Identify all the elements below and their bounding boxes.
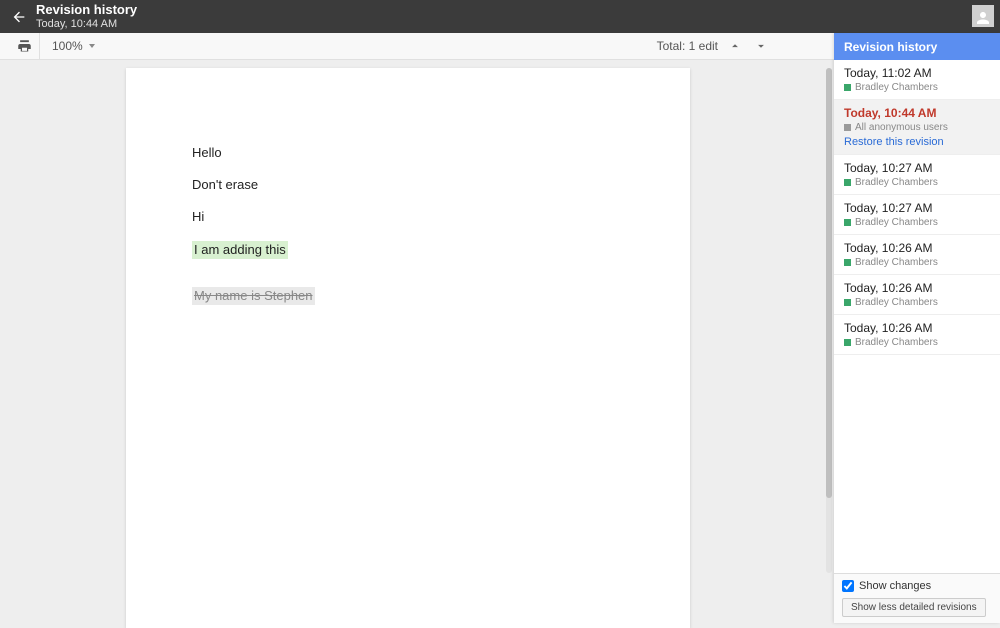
app-header: Revision history Today, 10:44 AM xyxy=(0,0,1000,33)
revision-author: All anonymous users xyxy=(855,122,948,133)
revision-author-row: Bradley Chambers xyxy=(844,82,990,93)
revision-author-row: Bradley Chambers xyxy=(844,297,990,308)
next-edit-button[interactable] xyxy=(752,37,770,55)
revision-item[interactable]: Today, 11:02 AM Bradley Chambers xyxy=(834,60,1000,100)
back-arrow-icon[interactable] xyxy=(10,8,28,26)
revision-item[interactable]: Today, 10:26 AM Bradley Chambers xyxy=(834,315,1000,355)
revision-author-row: Bradley Chambers xyxy=(844,337,990,348)
restore-revision-link[interactable]: Restore this revision xyxy=(844,136,990,148)
user-avatar[interactable] xyxy=(972,5,994,27)
revision-time: Today, 10:26 AM xyxy=(844,281,990,295)
revision-author-row: Bradley Chambers xyxy=(844,217,990,228)
revision-author: Bradley Chambers xyxy=(855,257,938,268)
document-line: Don't erase xyxy=(192,177,258,192)
author-color-swatch xyxy=(844,124,851,131)
document-line: My name is Stephen xyxy=(192,287,315,305)
document-line: I am adding this xyxy=(192,241,288,259)
sidebar-header: Revision history xyxy=(834,33,1000,60)
revision-list: Today, 11:02 AMBradley ChambersToday, 10… xyxy=(834,60,1000,573)
zoom-value: 100% xyxy=(52,39,83,53)
scrollbar-thumb[interactable] xyxy=(826,68,832,498)
revision-item[interactable]: Today, 10:44 AM All anonymous users Restor… xyxy=(834,100,1000,155)
author-color-swatch xyxy=(844,259,851,266)
page-title: Revision history xyxy=(36,3,137,17)
author-color-swatch xyxy=(844,219,851,226)
revision-item[interactable]: Today, 10:26 AM Bradley Chambers xyxy=(834,275,1000,315)
prev-edit-button[interactable] xyxy=(726,37,744,55)
revision-time: Today, 10:26 AM xyxy=(844,321,990,335)
revision-author: Bradley Chambers xyxy=(855,82,938,93)
show-changes-checkbox[interactable] xyxy=(842,580,854,592)
chevron-down-icon xyxy=(89,44,95,48)
header-title-block: Revision history Today, 10:44 AM xyxy=(36,3,137,29)
author-color-swatch xyxy=(844,299,851,306)
document-line: Hello xyxy=(192,145,222,160)
document-page: Hello Don't erase Hi I am adding this My na… xyxy=(126,68,690,628)
revision-author-row: All anonymous users xyxy=(844,122,990,133)
author-color-swatch xyxy=(844,339,851,346)
toggle-detail-button[interactable]: Show less detailed revisions xyxy=(842,598,986,617)
revision-time: Today, 10:26 AM xyxy=(844,241,990,255)
revision-author: Bradley Chambers xyxy=(855,337,938,348)
revision-item[interactable]: Today, 10:27 AM Bradley Chambers xyxy=(834,195,1000,235)
revision-author-row: Bradley Chambers xyxy=(844,257,990,268)
revision-author: Bradley Chambers xyxy=(855,217,938,228)
show-changes-toggle[interactable]: Show changes xyxy=(842,580,992,592)
print-button[interactable] xyxy=(10,33,40,59)
document-line: Hi xyxy=(192,209,204,224)
revision-time: Today, 10:44 AM xyxy=(844,106,990,120)
revision-author: Bradley Chambers xyxy=(855,177,938,188)
revision-item[interactable]: Today, 10:27 AM Bradley Chambers xyxy=(834,155,1000,195)
zoom-dropdown[interactable]: 100% xyxy=(40,39,107,53)
edit-counter: Total: 1 edit xyxy=(657,37,770,55)
author-color-swatch xyxy=(844,84,851,91)
revision-time: Today, 11:02 AM xyxy=(844,66,990,80)
revision-time: Today, 10:27 AM xyxy=(844,201,990,215)
revision-time: Today, 10:27 AM xyxy=(844,161,990,175)
page-subtitle: Today, 10:44 AM xyxy=(36,18,137,30)
show-changes-label: Show changes xyxy=(859,580,931,592)
total-edits-label: Total: 1 edit xyxy=(657,39,718,53)
revision-sidebar: Revision history Today, 11:02 AM Bradley … xyxy=(834,33,1000,623)
sidebar-footer: Show changes Show less detailed revision… xyxy=(834,573,1000,623)
revision-author-row: Bradley Chambers xyxy=(844,177,990,188)
revision-author: Bradley Chambers xyxy=(855,297,938,308)
author-color-swatch xyxy=(844,179,851,186)
scrollbar-track[interactable] xyxy=(826,68,832,573)
revision-item[interactable]: Today, 10:26 AM Bradley Chambers xyxy=(834,235,1000,275)
